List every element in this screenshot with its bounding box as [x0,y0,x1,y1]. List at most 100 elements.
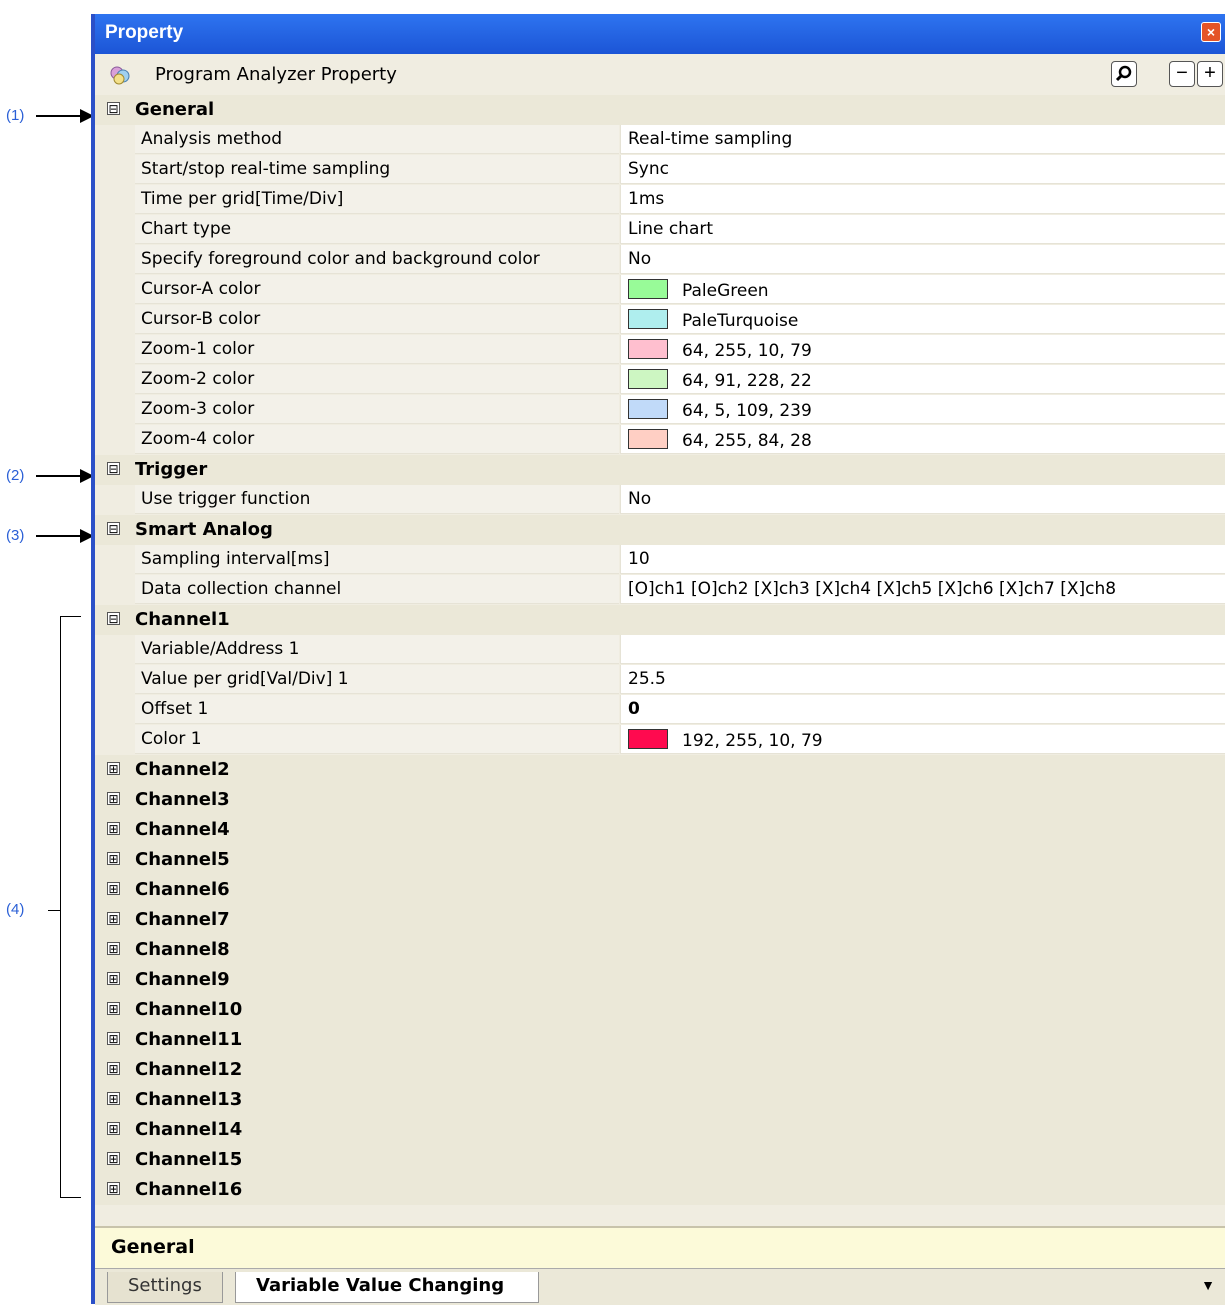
expand-icon[interactable]: ⊞ [107,852,120,865]
close-icon[interactable]: × [1201,22,1221,42]
property-row[interactable]: Start/stop real-time sampling Sync [95,155,1225,185]
category-general[interactable]: ⊟ General [95,95,1225,125]
expand-icon[interactable]: ⊞ [107,1182,120,1195]
expand-icon[interactable]: ⊞ [107,762,120,775]
property-row[interactable]: Zoom-2 color 64, 91, 228, 22 [95,365,1225,395]
collapse-icon[interactable]: ⊟ [107,522,120,535]
property-value[interactable]: 192, 255, 10, 79 [620,725,1225,754]
expand-icon[interactable]: ⊞ [107,1002,120,1015]
tab-variable-value-changing[interactable]: Variable Value Changing [235,1272,540,1303]
category-label: Channel7 [135,909,230,930]
property-row[interactable]: Use trigger function No [95,485,1225,515]
category-channel-2[interactable]: ⊞ Channel2 [95,755,1225,785]
property-value[interactable]: [O]ch1 [O]ch2 [X]ch3 [X]ch4 [X]ch5 [X]ch… [620,575,1225,604]
property-row[interactable]: Color 1 192, 255, 10, 79 [95,725,1225,755]
tab-settings[interactable]: Settings [107,1272,223,1303]
property-value[interactable]: Real-time sampling [620,125,1225,154]
collapse-icon[interactable]: ⊟ [107,102,120,115]
callout-4-tick [48,910,60,911]
category-label: Channel6 [135,879,230,900]
collapse-all-button[interactable]: − [1169,61,1195,87]
category-channel-8[interactable]: ⊞ Channel8 [95,935,1225,965]
category-channel-6[interactable]: ⊞ Channel6 [95,875,1225,905]
property-value[interactable]: 1ms [620,185,1225,214]
property-row[interactable]: Zoom-3 color 64, 5, 109, 239 [95,395,1225,425]
category-channel-9[interactable]: ⊞ Channel9 [95,965,1225,995]
category-channel-12[interactable]: ⊞ Channel12 [95,1055,1225,1085]
property-name: Variable/Address 1 [135,635,619,664]
search-button[interactable] [1111,61,1137,87]
property-row[interactable]: Cursor-A color PaleGreen [95,275,1225,305]
category-channel-7[interactable]: ⊞ Channel7 [95,905,1225,935]
expand-icon[interactable]: ⊞ [107,822,120,835]
expand-icon[interactable]: ⊞ [107,1152,120,1165]
property-value[interactable]: 25.5 [620,665,1225,694]
property-name: Zoom-1 color [135,335,619,364]
category-smart_analog[interactable]: ⊟ Smart Analog [95,515,1225,545]
property-value[interactable]: No [620,245,1225,274]
property-row[interactable]: Specify foreground color and background … [95,245,1225,275]
category-channel-4[interactable]: ⊞ Channel4 [95,815,1225,845]
property-row[interactable]: Zoom-1 color 64, 255, 10, 79 [95,335,1225,365]
property-value[interactable]: 64, 255, 10, 79 [620,335,1225,364]
property-value-text: 64, 255, 84, 28 [682,431,812,451]
category-trigger[interactable]: ⊟ Trigger [95,455,1225,485]
expand-icon[interactable]: ⊞ [107,1092,120,1105]
property-row[interactable]: Offset 1 0 [95,695,1225,725]
category-channel1[interactable]: ⊟ Channel1 [95,605,1225,635]
expand-all-button[interactable]: + [1197,61,1223,87]
expand-icon[interactable]: ⊞ [107,1122,120,1135]
category-label: Channel14 [135,1119,243,1140]
property-row[interactable]: Variable/Address 1 [95,635,1225,665]
property-window: Property × Program Analyzer Property − +… [91,14,1225,1305]
category-channel-15[interactable]: ⊞ Channel15 [95,1145,1225,1175]
expand-icon[interactable]: ⊞ [107,1032,120,1045]
callout-3-label: (3) [6,527,25,544]
property-value[interactable]: 0 [620,695,1225,724]
category-label: Channel5 [135,849,230,870]
collapse-icon[interactable]: ⊟ [107,462,120,475]
category-channel-10[interactable]: ⊞ Channel10 [95,995,1225,1025]
property-value[interactable]: Sync [620,155,1225,184]
property-name: Color 1 [135,725,619,754]
property-name: Analysis method [135,125,619,154]
property-value[interactable]: 10 [620,545,1225,574]
chevron-down-icon[interactable]: ▼ [1201,1277,1215,1293]
property-value[interactable]: Line chart [620,215,1225,244]
category-channel-14[interactable]: ⊞ Channel14 [95,1115,1225,1145]
property-name: Specify foreground color and background … [135,245,619,274]
property-value-text: 1ms [628,189,665,209]
property-row[interactable]: Value per grid[Val/Div] 1 25.5 [95,665,1225,695]
property-value[interactable]: No [620,485,1225,514]
callout-4-label: (4) [6,901,25,918]
property-row[interactable]: Chart type Line chart [95,215,1225,245]
category-channel-5[interactable]: ⊞ Channel5 [95,845,1225,875]
panel-title: Program Analyzer Property [155,64,397,85]
category-channel-13[interactable]: ⊞ Channel13 [95,1085,1225,1115]
collapse-icon[interactable]: ⊟ [107,612,120,625]
category-channel-11[interactable]: ⊞ Channel11 [95,1025,1225,1055]
property-row[interactable]: Analysis method Real-time sampling [95,125,1225,155]
property-row[interactable]: Data collection channel [O]ch1 [O]ch2 [X]… [95,575,1225,605]
property-row[interactable]: Sampling interval[ms] 10 [95,545,1225,575]
expand-icon[interactable]: ⊞ [107,972,120,985]
property-value[interactable]: PaleGreen [620,275,1225,304]
expand-icon[interactable]: ⊞ [107,912,120,925]
property-value[interactable]: 64, 255, 84, 28 [620,425,1225,454]
property-value[interactable]: 64, 5, 109, 239 [620,395,1225,424]
plus-icon: + [1204,62,1216,84]
expand-icon[interactable]: ⊞ [107,1062,120,1075]
category-channel-16[interactable]: ⊞ Channel16 [95,1175,1225,1205]
callout-3-arrow [36,535,80,537]
expand-icon[interactable]: ⊞ [107,942,120,955]
property-value[interactable]: PaleTurquoise [620,305,1225,334]
category-channel-3[interactable]: ⊞ Channel3 [95,785,1225,815]
category-label: General [135,99,215,120]
property-row[interactable]: Cursor-B color PaleTurquoise [95,305,1225,335]
property-row[interactable]: Zoom-4 color 64, 255, 84, 28 [95,425,1225,455]
property-value[interactable] [620,635,1225,664]
property-value[interactable]: 64, 91, 228, 22 [620,365,1225,394]
expand-icon[interactable]: ⊞ [107,792,120,805]
expand-icon[interactable]: ⊞ [107,882,120,895]
property-row[interactable]: Time per grid[Time/Div] 1ms [95,185,1225,215]
